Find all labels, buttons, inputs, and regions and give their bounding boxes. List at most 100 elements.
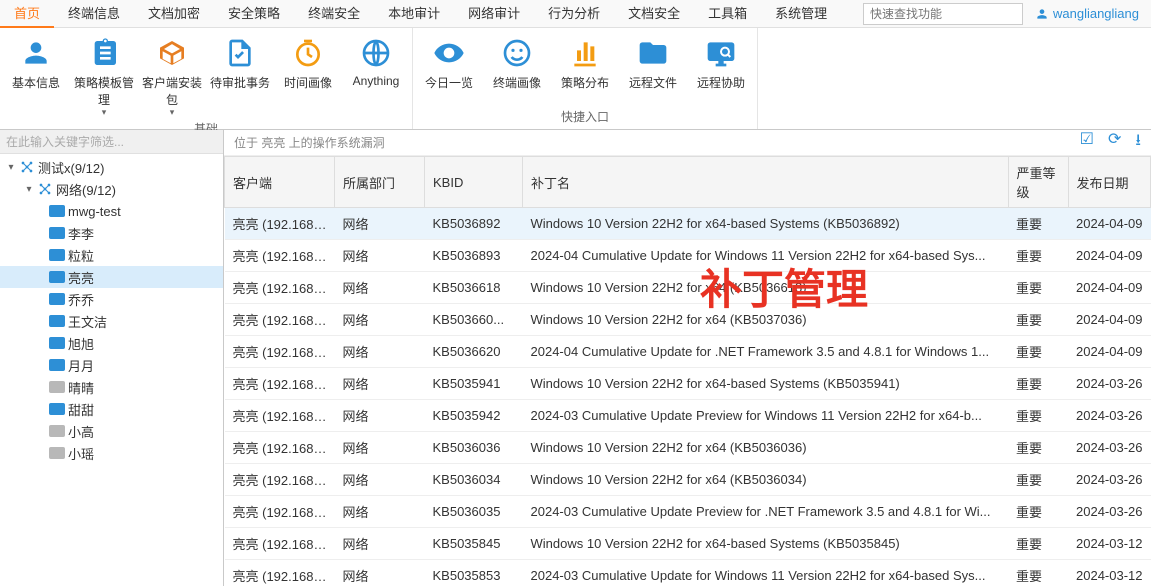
monitor-icon	[48, 447, 66, 459]
cell-client: 亮亮 (192.168.3...	[225, 368, 335, 400]
expander-icon[interactable]: ▾	[4, 162, 18, 173]
top-menubar: 首页终端信息文档加密安全策略终端安全本地审计网络审计行为分析文档安全工具箱系统管…	[0, 0, 1151, 28]
table-row[interactable]: 亮亮 (192.168.3...网络KB50366202024-04 Cumul…	[225, 336, 1151, 368]
tree-node-label: 测试x(9/12)	[36, 158, 104, 177]
cell-name: Windows 10 Version 22H2 for x64 (KB50370…	[523, 304, 1009, 336]
today-overview-button[interactable]: 今日一览	[419, 32, 479, 106]
tree-client-node[interactable]: 乔乔	[0, 288, 223, 310]
tree-client-node[interactable]: 月月	[0, 354, 223, 376]
client-install-button[interactable]: 客户端安装包▾	[142, 32, 202, 118]
patch-table-wrap: 客户端所属部门KBID补丁名严重等级发布日期 亮亮 (192.168.3...网…	[224, 156, 1151, 586]
anything-button[interactable]: Anything	[346, 32, 406, 118]
table-row[interactable]: 亮亮 (192.168.3...网络KB50360352024-03 Cumul…	[225, 496, 1151, 528]
menu-item-2[interactable]: 文档加密	[134, 0, 214, 28]
cell-name: Windows 10 Version 22H2 for x64 (KB50360…	[523, 432, 1009, 464]
cell-name: Windows 10 Version 22H2 for x64-based Sy…	[523, 208, 1009, 240]
tree-client-node[interactable]: mwg-test	[0, 200, 223, 222]
cell-client: 亮亮 (192.168.3...	[225, 560, 335, 586]
tree-group-node[interactable]: ▾网络(9/12)	[0, 178, 223, 200]
menu-item-0[interactable]: 首页	[0, 0, 54, 28]
cell-sev: 重要	[1008, 368, 1068, 400]
refresh-icon[interactable]: ⟳	[1108, 129, 1121, 156]
table-row[interactable]: 亮亮 (192.168.3...网络KB5036892Windows 10 Ve…	[225, 208, 1151, 240]
cell-client: 亮亮 (192.168.3...	[225, 496, 335, 528]
pending-approval-button[interactable]: 待审批事务	[210, 32, 270, 118]
table-row[interactable]: 亮亮 (192.168.3...网络KB5035941Windows 10 Ve…	[225, 368, 1151, 400]
tree-node-label: 小瑶	[66, 444, 94, 463]
tree-client-node[interactable]: 王文洁	[0, 310, 223, 332]
monitor-icon	[48, 293, 66, 305]
tree-client-node[interactable]: 甜甜	[0, 398, 223, 420]
menu-item-4[interactable]: 终端安全	[294, 0, 374, 28]
menu-item-9[interactable]: 工具箱	[694, 0, 761, 28]
table-row[interactable]: 亮亮 (192.168.3...网络KB50358532024-03 Cumul…	[225, 560, 1151, 586]
tree-filter-input[interactable]: 在此输入关键字筛选...	[0, 130, 223, 154]
monitor-icon	[48, 227, 66, 239]
column-header[interactable]: KBID	[425, 157, 523, 208]
tree-node-label: 月月	[66, 356, 94, 375]
column-header[interactable]: 发布日期	[1068, 157, 1151, 208]
table-row[interactable]: 亮亮 (192.168.3...网络KB5036034Windows 10 Ve…	[225, 464, 1151, 496]
cell-sev: 重要	[1008, 560, 1068, 586]
cell-sev: 重要	[1008, 432, 1068, 464]
cell-name: 2024-03 Cumulative Update Preview for Wi…	[523, 400, 1009, 432]
column-header[interactable]: 所属部门	[335, 157, 425, 208]
terminal-portrait-button[interactable]: 终端画像	[487, 32, 547, 106]
cell-kbid: KB503660...	[425, 304, 523, 336]
tree-client-node[interactable]: 李李	[0, 222, 223, 244]
search-input[interactable]	[863, 3, 1023, 25]
ribbon-btn-label: Anything	[353, 74, 400, 88]
download-icon[interactable]: ⭳	[1135, 129, 1141, 156]
cell-dept: 网络	[335, 528, 425, 560]
tree-node-label: 亮亮	[66, 268, 94, 287]
cell-sev: 重要	[1008, 464, 1068, 496]
cell-date: 2024-03-26	[1068, 432, 1151, 464]
cell-dept: 网络	[335, 432, 425, 464]
cell-kbid: KB5035942	[425, 400, 523, 432]
cell-sev: 重要	[1008, 336, 1068, 368]
check-all-icon[interactable]: ☑	[1080, 129, 1094, 156]
column-header[interactable]: 补丁名	[523, 157, 1009, 208]
chart-icon	[568, 36, 602, 70]
cell-kbid: KB5036893	[425, 240, 523, 272]
cell-sev: 重要	[1008, 304, 1068, 336]
tree-client-node[interactable]: 粒粒	[0, 244, 223, 266]
tree-client-node[interactable]: 旭旭	[0, 332, 223, 354]
time-image-button[interactable]: 时间画像	[278, 32, 338, 118]
cell-kbid: KB5036034	[425, 464, 523, 496]
policy-dist-button[interactable]: 策略分布	[555, 32, 615, 106]
menu-item-8[interactable]: 文档安全	[614, 0, 694, 28]
table-row[interactable]: 亮亮 (192.168.3...网络KB5035845Windows 10 Ve…	[225, 528, 1151, 560]
remote-assist-button[interactable]: 远程协助	[691, 32, 751, 106]
column-header[interactable]: 严重等级	[1008, 157, 1068, 208]
table-row[interactable]: 亮亮 (192.168.3...网络KB5036036Windows 10 Ve…	[225, 432, 1151, 464]
tree-client-node[interactable]: 亮亮	[0, 266, 223, 288]
menu-item-1[interactable]: 终端信息	[54, 0, 134, 28]
table-row[interactable]: 亮亮 (192.168.3...网络KB5036618Windows 10 Ve…	[225, 272, 1151, 304]
menu-item-3[interactable]: 安全策略	[214, 0, 294, 28]
basic-info-button[interactable]: 基本信息	[6, 32, 66, 118]
tree-client-node[interactable]: 小瑶	[0, 442, 223, 464]
cell-kbid: KB5035941	[425, 368, 523, 400]
user-indicator[interactable]: wangliangliang	[1035, 6, 1139, 21]
menu-item-5[interactable]: 本地审计	[374, 0, 454, 28]
sidebar: 在此输入关键字筛选... ▾测试x(9/12)▾网络(9/12)mwg-test…	[0, 130, 224, 586]
remote-file-button[interactable]: 远程文件	[623, 32, 683, 106]
menu-item-7[interactable]: 行为分析	[534, 0, 614, 28]
ribbon-btn-label: 远程文件	[629, 74, 677, 91]
tree-client-node[interactable]: 小高	[0, 420, 223, 442]
menu-item-10[interactable]: 系统管理	[761, 0, 841, 28]
tree-group-node[interactable]: ▾ 测试x(9/12)	[0, 156, 223, 178]
menu-item-6[interactable]: 网络审计	[454, 0, 534, 28]
tree-client-node[interactable]: 晴晴	[0, 376, 223, 398]
monitor-icon	[48, 425, 66, 437]
policy-template-button[interactable]: 策略模板管理▾	[74, 32, 134, 118]
table-row[interactable]: 亮亮 (192.168.3...网络KB50368932024-04 Cumul…	[225, 240, 1151, 272]
ribbon-btn-label: 今日一览	[425, 74, 473, 91]
monitor-icon	[48, 403, 66, 415]
column-header[interactable]: 客户端	[225, 157, 335, 208]
cell-kbid: KB5036035	[425, 496, 523, 528]
table-row[interactable]: 亮亮 (192.168.3...网络KB503660...Windows 10 …	[225, 304, 1151, 336]
table-row[interactable]: 亮亮 (192.168.3...网络KB50359422024-03 Cumul…	[225, 400, 1151, 432]
expander-icon[interactable]: ▾	[22, 184, 36, 195]
